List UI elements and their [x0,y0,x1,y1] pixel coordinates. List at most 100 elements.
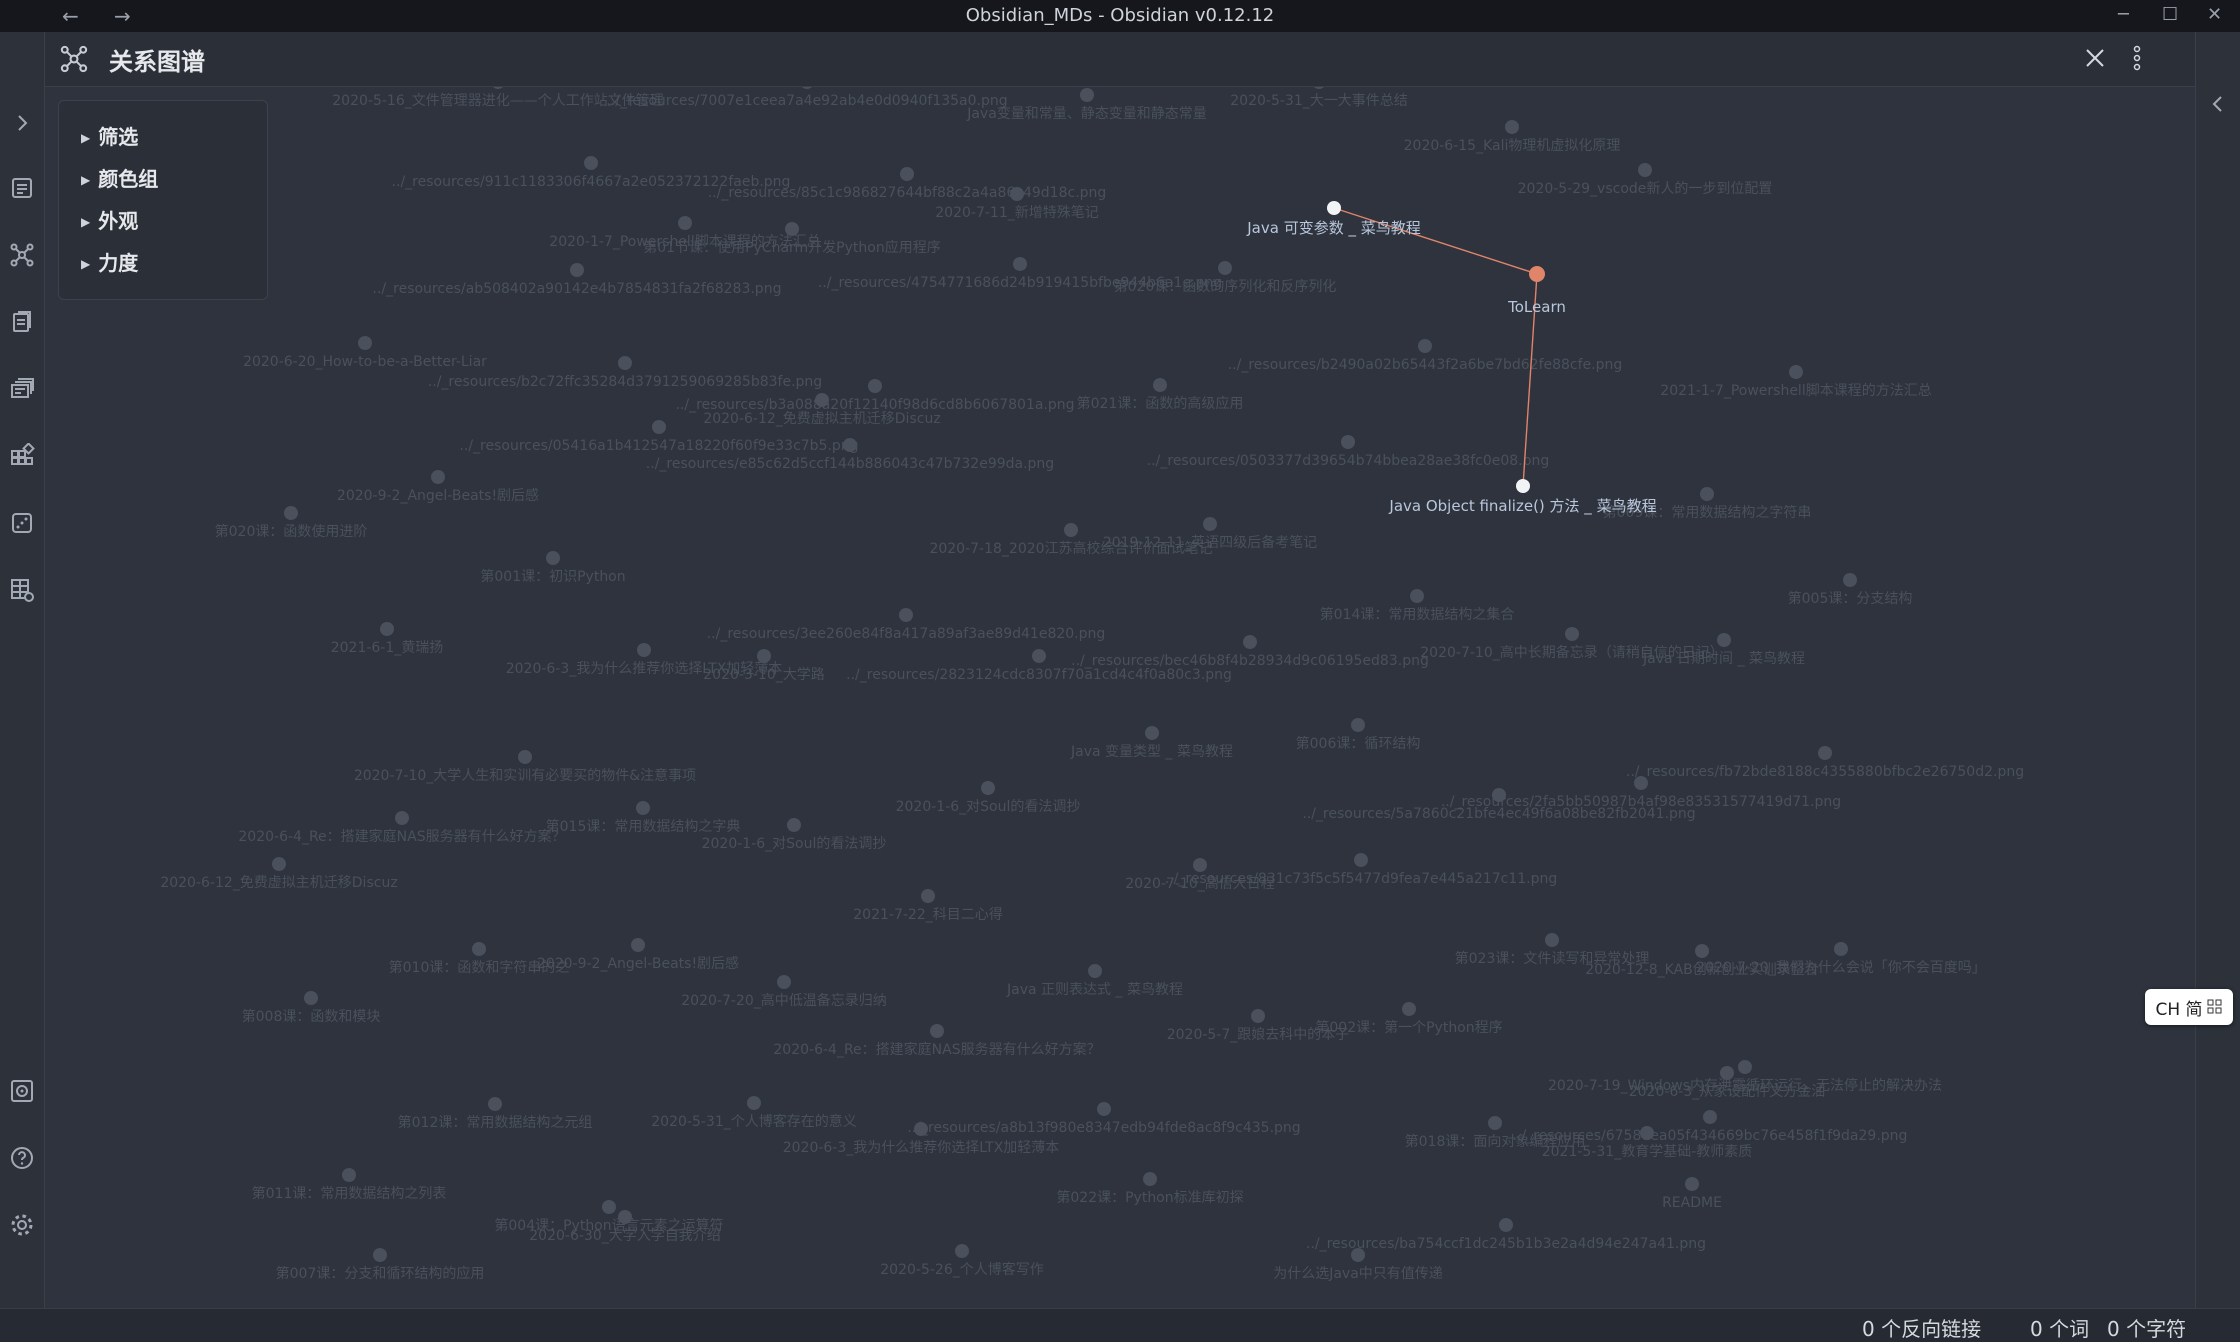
graph-node[interactable] [272,857,286,871]
graph-node[interactable] [777,975,791,989]
ime-indicator[interactable]: CH 简 [2145,989,2233,1025]
graph-node[interactable] [1088,964,1102,978]
graph-node[interactable] [930,1024,944,1038]
graph-node[interactable] [1703,1110,1717,1124]
graph-node[interactable] [900,167,914,181]
graph-node[interactable] [652,420,666,434]
close-pane-icon[interactable] [2083,46,2107,74]
graph-node[interactable] [1638,163,1652,177]
graph-node[interactable] [488,1097,502,1111]
graph-node[interactable] [678,216,692,230]
graph-node[interactable] [1143,1172,1157,1186]
graph-node[interactable] [618,1210,632,1224]
graph-node[interactable] [1013,257,1027,271]
graph-node[interactable] [1488,1116,1502,1130]
graph-node[interactable] [284,506,298,520]
graph-node[interactable] [1097,1102,1111,1116]
close-window-icon[interactable]: ✕ [2207,4,2222,25]
graph-node[interactable] [1402,1002,1416,1016]
graph-node[interactable] [955,1244,969,1258]
graph-node[interactable] [380,622,394,636]
graph-node-linked[interactable] [1327,201,1341,215]
templates-icon[interactable] [6,306,38,338]
graph-node[interactable] [815,393,829,407]
graph-node[interactable] [1700,487,1714,501]
graph-node[interactable] [1843,573,1857,587]
kanban-icon[interactable] [6,440,38,472]
graph-node[interactable] [1634,776,1648,790]
graph-node[interactable] [757,649,771,663]
graph-node[interactable] [1203,517,1217,531]
graph-svg[interactable]: 2020-5-16_文件管理器进化——个人工作站文件管理../_resource… [45,87,2195,1308]
graph-node[interactable] [342,1168,356,1182]
graph-node[interactable] [304,991,318,1005]
graph-node[interactable] [1145,726,1159,740]
graph-node[interactable] [637,643,651,657]
graph-node[interactable] [1418,339,1432,353]
slides-icon[interactable] [6,373,38,405]
graph-node[interactable] [358,336,372,350]
graph-node[interactable] [1789,365,1803,379]
graph-node[interactable] [1640,1126,1654,1140]
graph-node[interactable] [431,470,445,484]
backlinks-count[interactable]: 0 个反向链接 [1862,1313,1981,1342]
filter-section[interactable]: ▶ 筛选 [81,121,138,150]
table-settings-icon[interactable] [6,574,38,606]
more-options-icon[interactable] [2131,44,2143,76]
graph-node[interactable] [1717,633,1731,647]
graph-node[interactable] [1251,1009,1265,1023]
graph-node[interactable] [373,1248,387,1262]
graph-node-active[interactable] [1529,266,1545,282]
graph-view-icon[interactable] [6,239,38,271]
graph-node[interactable] [1193,858,1207,872]
graph-node[interactable] [491,87,505,89]
color-groups-section[interactable]: ▶ 颜色组 [81,163,158,192]
graph-node[interactable] [785,222,799,236]
graph-node[interactable] [636,801,650,815]
graph-node[interactable] [1032,649,1046,663]
graph-node[interactable] [1351,718,1365,732]
graph-node[interactable] [1545,933,1559,947]
graph-node[interactable] [518,750,532,764]
graph-node[interactable] [1565,627,1579,641]
graph-node[interactable] [1499,1218,1513,1232]
graph-node[interactable] [843,438,857,452]
graph-node[interactable] [868,379,882,393]
vault-icon[interactable] [6,1075,38,1107]
graph-node[interactable] [1818,746,1832,760]
graph-canvas[interactable]: 2020-5-16_文件管理器进化——个人工作站文件管理 ../_resource… [45,87,2195,1308]
graph-node[interactable] [981,781,995,795]
graph-node[interactable] [1738,1060,1752,1074]
graph-node[interactable] [602,1200,616,1214]
graph-node[interactable] [1243,635,1257,649]
graph-node[interactable] [1410,589,1424,603]
forces-section[interactable]: ▶ 力度 [81,247,138,276]
graph-node[interactable] [787,818,801,832]
graph-node[interactable] [1695,944,1709,958]
graph-node[interactable] [1010,187,1024,201]
graph-node[interactable] [584,156,598,170]
expand-sidebar-icon[interactable] [6,107,38,139]
graph-node[interactable] [631,938,645,952]
graph-node[interactable] [1080,88,1094,102]
settings-gear-icon[interactable] [6,1209,38,1241]
random-note-icon[interactable] [6,507,38,539]
graph-node[interactable] [1064,523,1078,537]
graph-node[interactable] [1312,87,1326,89]
graph-node[interactable] [1341,435,1355,449]
graph-node[interactable] [1834,942,1848,956]
graph-node[interactable] [546,551,560,565]
graph-node[interactable] [1505,120,1519,134]
graph-node[interactable] [618,356,632,370]
quick-switcher-icon[interactable] [6,172,38,204]
graph-node-linked[interactable] [1516,479,1530,493]
maximize-icon[interactable]: ☐ [2162,4,2178,25]
help-icon[interactable] [6,1142,38,1174]
graph-node[interactable] [1218,261,1232,275]
display-section[interactable]: ▶ 外观 [81,205,138,234]
graph-node[interactable] [914,1122,928,1136]
graph-node[interactable] [747,1096,761,1110]
graph-node[interactable] [899,608,913,622]
expand-right-sidebar-icon[interactable] [2208,94,2228,118]
graph-node[interactable] [1153,378,1167,392]
